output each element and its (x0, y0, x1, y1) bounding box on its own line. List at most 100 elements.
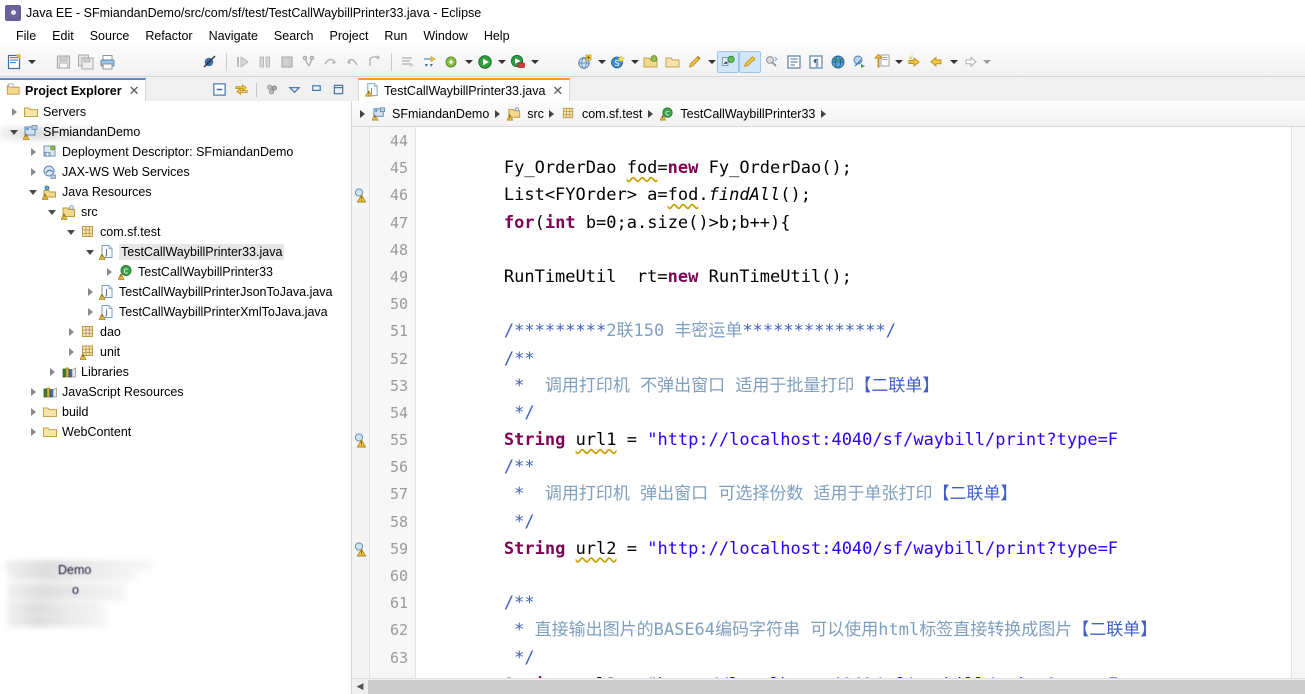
minimize-icon[interactable] (306, 80, 326, 100)
next-annotation-icon[interactable] (419, 51, 441, 73)
code-line-54[interactable]: */ (416, 400, 1291, 427)
open-type-icon[interactable] (849, 51, 871, 73)
tree-item-webcontent[interactable]: WebContent (0, 422, 351, 442)
scroll-left-arrow[interactable]: ◀ (352, 679, 368, 694)
tree-item-libraries[interactable]: Libraries (0, 362, 351, 382)
menu-help[interactable]: Help (476, 27, 518, 45)
code-line-61[interactable]: /** (416, 590, 1291, 617)
code-line-50[interactable] (416, 291, 1291, 318)
web-project-dropdown-arrow[interactable] (596, 51, 607, 73)
new-element-icon[interactable] (684, 51, 706, 73)
code-line-63[interactable]: */ (416, 645, 1291, 672)
close-icon[interactable]: ✕ (129, 83, 140, 99)
tree-item-deployment-descriptor-sfmiandandemo[interactable]: 3.0 Deployment Descriptor: SFmiandanDemo (0, 142, 351, 162)
spring-dropdown-arrow[interactable] (629, 51, 640, 73)
chevron-right-icon[interactable] (63, 342, 79, 362)
tree-item-unit[interactable]: ! unit (0, 342, 351, 362)
warning-marker-icon[interactable]: ! (353, 432, 369, 448)
code-line-60[interactable] (416, 563, 1291, 590)
tree-item-build[interactable]: build (0, 402, 351, 422)
maximize-icon[interactable] (328, 80, 348, 100)
tree-item-testcallwaybillprinter33-java[interactable]: J! TestCallWaybillPrinter33.java (0, 242, 351, 262)
code-line-52[interactable]: /** (416, 346, 1291, 373)
tree-item-com-sf-test[interactable]: com.sf.test (0, 222, 351, 242)
chevron-right-icon[interactable] (25, 402, 41, 422)
java-perspective-icon[interactable] (717, 50, 739, 73)
code-line-55[interactable]: String url1 = "http://localhost:4040/sf/… (416, 427, 1291, 454)
tree-item-java-resources[interactable]: ! Java Resources (0, 182, 351, 202)
chevron-down-icon[interactable] (44, 202, 60, 222)
new-wizard-dropdown-arrow[interactable] (26, 51, 37, 73)
new-element-dropdown-arrow[interactable] (706, 51, 717, 73)
close-icon[interactable]: ✕ (552, 83, 563, 99)
save-all-icon[interactable] (75, 51, 97, 73)
menu-refactor[interactable]: Refactor (137, 27, 200, 45)
project-tree[interactable]: Servers! SFmiandanDemo 3.0 Deployment Descr… (0, 101, 352, 694)
chevron-right-icon[interactable] (25, 382, 41, 402)
menu-navigate[interactable]: Navigate (201, 27, 266, 45)
java-class-dropdown-arrow[interactable] (463, 51, 474, 73)
code-line-48[interactable] (416, 237, 1291, 264)
toggle-block-selection-icon[interactable] (783, 51, 805, 73)
chevron-right-icon[interactable] (82, 282, 98, 302)
run-dropdown-arrow[interactable] (529, 51, 540, 73)
tree-item-src[interactable]: ! src (0, 202, 351, 222)
forward-dropdown-arrow[interactable] (981, 51, 992, 73)
code-line-47[interactable]: for(int b=0;a.size()>b;b++){ (416, 210, 1291, 237)
chevron-down-icon[interactable] (6, 122, 22, 142)
new-wizard-icon[interactable] (4, 51, 26, 73)
previous-edit-dropdown-arrow[interactable] (893, 51, 904, 73)
link-with-editor-icon[interactable] (231, 80, 251, 100)
skip-all-breakpoints-icon[interactable] (199, 51, 221, 73)
edit-perspective-icon[interactable] (739, 50, 761, 73)
tree-item-testcallwaybillprinter33[interactable]: C! TestCallWaybillPrinter33 (0, 262, 351, 282)
code-line-45[interactable]: Fy_OrderDao fod=new Fy_OrderDao(); (416, 155, 1291, 182)
code-text[interactable]: Fy_OrderDao fod=new Fy_OrderDao(); List<… (416, 127, 1291, 678)
chevron-right-icon[interactable] (6, 102, 22, 122)
menu-edit[interactable]: Edit (44, 27, 82, 45)
tree-item-testcallwaybillprinterxmltojava-java[interactable]: J! TestCallWaybillPrinterXmlToJava.java (0, 302, 351, 322)
menu-search[interactable]: Search (266, 27, 322, 45)
code-line-59[interactable]: String url2 = "http://localhost:4040/sf/… (416, 536, 1291, 563)
menu-run[interactable]: Run (376, 27, 415, 45)
overview-ruler[interactable] (1291, 127, 1305, 678)
breadcrumb-item-src[interactable]: ! src (505, 105, 544, 123)
chevron-right-icon[interactable] (101, 262, 117, 282)
breadcrumb-item-package[interactable]: com.sf.test (560, 105, 642, 123)
collapse-all-icon[interactable] (209, 80, 229, 100)
chevron-right-icon[interactable] (25, 142, 41, 162)
code-line-51[interactable]: /*********2联150 丰密运单**************/ (416, 318, 1291, 345)
code-line-44[interactable] (416, 128, 1291, 155)
save-icon[interactable] (53, 51, 75, 73)
view-filters-icon[interactable] (262, 80, 282, 100)
code-line-49[interactable]: RunTimeUtil rt=new RunTimeUtil(); (416, 264, 1291, 291)
tree-item-servers[interactable]: Servers (0, 102, 351, 122)
tree-item-javascript-resources[interactable]: JavaScript Resources (0, 382, 351, 402)
breadcrumb-item-class[interactable]: C ! TestCallWaybillPrinter33 (658, 105, 815, 123)
warning-marker-icon[interactable]: ! (353, 187, 369, 204)
print-icon[interactable] (97, 51, 119, 73)
menu-project[interactable]: Project (322, 27, 377, 45)
code-line-58[interactable]: */ (416, 509, 1291, 536)
search-reference-icon[interactable] (761, 51, 783, 73)
new-package-folder-icon[interactable] (640, 51, 662, 73)
open-folder-icon[interactable] (662, 51, 684, 73)
tree-item-testcallwaybillprinterjsontojava-java[interactable]: J! TestCallWaybillPrinterJsonToJava.java (0, 282, 351, 302)
new-java-class-icon[interactable] (441, 51, 463, 73)
view-menu-icon[interactable] (284, 80, 304, 100)
code-editor[interactable]: !!! 44 45 46 47 48 49 50 51 52 53 54 55 56 57 58 59 60 61… (352, 127, 1305, 678)
code-line-56[interactable]: /** (416, 454, 1291, 481)
code-line-53[interactable]: * 调用打印机 不弹出窗口 适用于批量打印【二联单】 (416, 373, 1291, 400)
chevron-down-icon[interactable] (63, 222, 79, 242)
code-line-57[interactable]: * 调用打印机 弹出窗口 可选择份数 适用于单张打印【二联单】 (416, 481, 1291, 508)
new-web-project-icon[interactable] (574, 51, 596, 73)
horizontal-scrollbar[interactable]: ◀ (352, 678, 1305, 694)
breadcrumb-item-project[interactable]: ! SFmiandanDemo (370, 105, 489, 123)
debug-dropdown-arrow[interactable] (496, 51, 507, 73)
chevron-right-icon[interactable] (44, 362, 60, 382)
back-dropdown-arrow[interactable] (948, 51, 959, 73)
code-line-62[interactable]: * 直接输出图片的BASE64编码字符串 可以使用html标签直接转换成图片【二… (416, 617, 1291, 644)
chevron-right-icon[interactable] (63, 322, 79, 342)
warning-marker-icon[interactable]: ! (353, 541, 369, 557)
menu-source[interactable]: Source (82, 27, 138, 45)
